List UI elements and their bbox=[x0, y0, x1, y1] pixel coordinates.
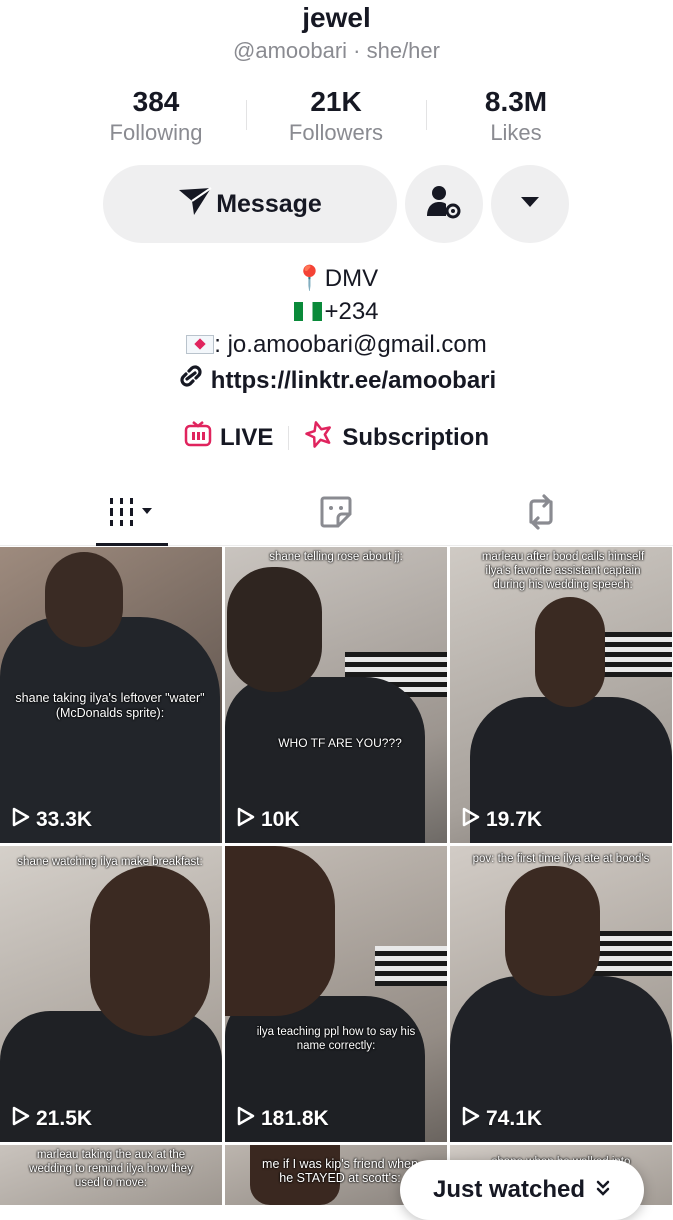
video-thumbnail bbox=[375, 946, 447, 986]
repost-icon bbox=[521, 493, 561, 535]
profile-bio: 📍DMV +234 : jo.amoobari@gmail.com https:… bbox=[0, 262, 673, 398]
divider bbox=[288, 425, 290, 450]
video-caption: pov: the first time ilya ate at bood's bbox=[472, 853, 650, 865]
caret-down-icon bbox=[520, 195, 540, 214]
profile-name: jewel bbox=[302, 2, 371, 33]
video-overlay-text: WHO TF ARE YOU??? bbox=[278, 736, 402, 750]
pin-icon: 📍 bbox=[294, 265, 325, 292]
play-icon bbox=[12, 1106, 30, 1132]
video-tile[interactable]: pov: the first time ilya ate at bood's 7… bbox=[450, 846, 672, 1142]
tab-saved[interactable] bbox=[300, 483, 372, 545]
video-caption: me if I was kip's friend when he STAYED … bbox=[262, 1157, 418, 1185]
stat-likes[interactable]: 8.3M Likes bbox=[426, 86, 606, 146]
video-tile[interactable]: shane taking ilya's leftover "water" (Mc… bbox=[0, 547, 222, 843]
play-icon bbox=[462, 1106, 480, 1132]
send-icon bbox=[178, 186, 212, 223]
play-icon bbox=[12, 807, 30, 833]
video-thumbnail bbox=[225, 846, 335, 1016]
profile-actions: Message bbox=[103, 165, 569, 243]
stat-value: 8.3M bbox=[484, 86, 548, 117]
view-count: 74.1K bbox=[462, 1106, 542, 1132]
video-caption: shane watching ilya make breakfast: bbox=[17, 856, 203, 868]
view-count: 181.8K bbox=[237, 1106, 329, 1132]
video-thumbnail bbox=[45, 552, 123, 647]
video-tile[interactable]: shane watching ilya make breakfast: 21.5… bbox=[0, 846, 222, 1142]
bio-phone: +234 bbox=[0, 295, 673, 328]
tab-videos[interactable] bbox=[96, 483, 168, 546]
video-thumbnail bbox=[535, 597, 605, 707]
profile-stats: 384 Following 21K Followers 8.3M Likes bbox=[66, 86, 606, 146]
live-button[interactable]: LIVE bbox=[184, 420, 273, 455]
message-button[interactable]: Message bbox=[103, 165, 397, 243]
video-caption: shane taking ilya's leftover "water" (Mc… bbox=[15, 691, 205, 720]
sticker-icon bbox=[318, 494, 354, 535]
live-tv-icon bbox=[184, 420, 212, 455]
stat-label: Following bbox=[109, 120, 203, 145]
just-watched-button[interactable]: Just watched bbox=[400, 1160, 644, 1220]
subscription-button[interactable]: Subscription bbox=[304, 419, 489, 456]
add-friend-button[interactable] bbox=[405, 165, 483, 243]
content-tabs bbox=[0, 483, 673, 546]
active-tab-indicator bbox=[96, 543, 168, 546]
video-tile[interactable]: ilya teaching ppl how to say his name co… bbox=[225, 846, 447, 1142]
more-options-button[interactable] bbox=[491, 165, 569, 243]
video-caption: ilya teaching ppl how to say his name co… bbox=[256, 1026, 416, 1052]
video-caption: marleau taking the aux at the wedding to… bbox=[29, 1149, 193, 1189]
envelope-icon bbox=[186, 335, 215, 354]
videos-grid-icon bbox=[106, 496, 158, 533]
play-icon bbox=[462, 807, 480, 833]
video-thumbnail bbox=[227, 567, 322, 692]
stat-following[interactable]: 384 Following bbox=[66, 86, 246, 146]
video-tile[interactable]: shane telling rose about jj: WHO TF ARE … bbox=[225, 547, 447, 843]
link-icon bbox=[177, 363, 205, 398]
tab-reposts[interactable] bbox=[505, 483, 577, 545]
message-label: Message bbox=[216, 189, 322, 218]
bio-email: : jo.amoobari@gmail.com bbox=[0, 328, 673, 361]
video-caption: marleau after bood calls himself ilya's … bbox=[481, 551, 645, 591]
play-icon bbox=[237, 807, 255, 833]
star-badge-icon bbox=[304, 419, 334, 456]
bio-link[interactable]: https://linktr.ee/amoobari bbox=[177, 363, 496, 398]
video-thumbnail bbox=[90, 866, 210, 1036]
bio-location: 📍DMV bbox=[294, 265, 379, 292]
video-tile[interactable]: marleau taking the aux at the wedding to… bbox=[0, 1145, 222, 1205]
view-count: 19.7K bbox=[462, 807, 542, 833]
view-count: 33.3K bbox=[12, 807, 92, 833]
video-thumbnail bbox=[505, 866, 600, 996]
user-settings-icon bbox=[424, 182, 464, 227]
stat-value: 21K bbox=[310, 86, 362, 117]
video-caption: shane telling rose about jj: bbox=[269, 551, 403, 563]
stat-label: Likes bbox=[490, 120, 542, 145]
view-count: 21.5K bbox=[12, 1106, 92, 1132]
feature-row: LIVE Subscription bbox=[0, 419, 673, 456]
stat-value: 384 bbox=[132, 86, 180, 117]
play-icon bbox=[237, 1106, 255, 1132]
video-tile[interactable]: marleau after bood calls himself ilya's … bbox=[450, 547, 672, 843]
profile-handle: @amoobari · she/her bbox=[233, 38, 440, 63]
stat-followers[interactable]: 21K Followers bbox=[246, 86, 426, 146]
view-count: 10K bbox=[237, 807, 300, 833]
nigeria-flag-icon bbox=[294, 302, 323, 321]
stat-label: Followers bbox=[288, 120, 384, 145]
